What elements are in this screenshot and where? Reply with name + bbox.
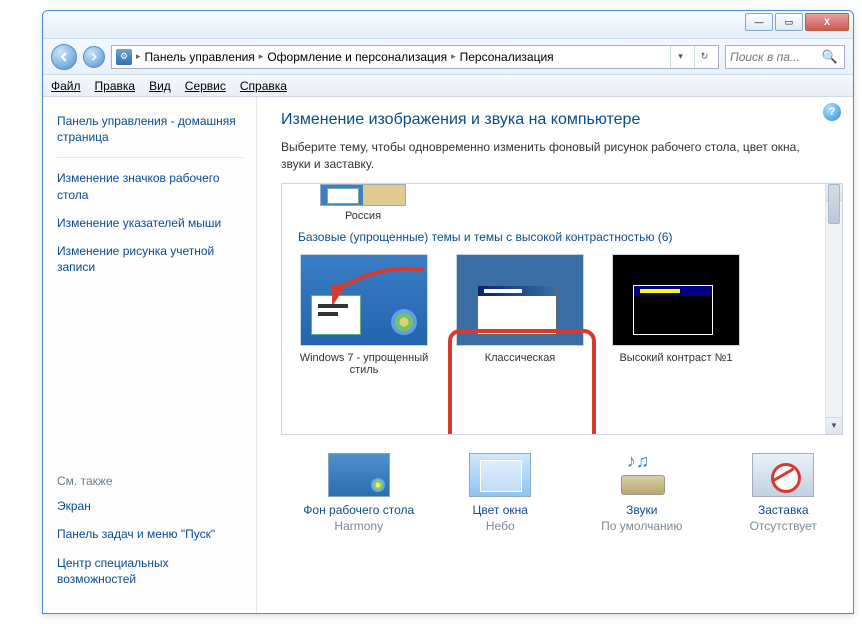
menu-view[interactable]: Вид xyxy=(149,79,171,93)
theme-win7-basic[interactable]: Windows 7 - упрощенный стиль xyxy=(298,254,430,376)
theme-russia[interactable]: Россия xyxy=(298,184,428,222)
menu-file[interactable]: Файл xyxy=(51,79,81,93)
sidebar-taskbar[interactable]: Панель задач и меню "Пуск" xyxy=(57,526,244,542)
address-bar-row: ⚙ ▸ Панель управления ▸ Оформление и пер… xyxy=(43,39,853,75)
page-title: Изменение изображения и звука на компьют… xyxy=(281,111,843,129)
setting-label: Цвет окна xyxy=(441,503,561,517)
search-box[interactable]: 🔍 xyxy=(725,45,845,69)
scrollbar[interactable]: ▲ ▼ xyxy=(825,184,842,434)
chevron-right-icon: ▸ xyxy=(136,51,141,62)
theme-high-contrast-1[interactable]: Высокий контраст №1 xyxy=(610,254,742,376)
scroll-thumb[interactable] xyxy=(828,184,840,224)
window-frame: — ▭ X ⚙ ▸ Панель управления ▸ Оформление… xyxy=(42,10,854,614)
chevron-right-icon: ▸ xyxy=(259,51,264,62)
sidebar-home[interactable]: Панель управления - домашняя страница xyxy=(57,113,244,145)
menu-help[interactable]: Справка xyxy=(240,79,287,93)
forward-button[interactable] xyxy=(83,46,105,68)
see-also-label: См. также xyxy=(57,474,244,488)
address-dropdown[interactable]: ▾ xyxy=(670,46,690,68)
sidebar-account-picture[interactable]: Изменение рисунка учетной записи xyxy=(57,243,244,275)
menu-bar: Файл Правка Вид Сервис Справка xyxy=(43,75,853,97)
sidebar-screen[interactable]: Экран xyxy=(57,498,244,514)
setting-label: Фон рабочего стола xyxy=(299,503,419,517)
maximize-button[interactable]: ▭ xyxy=(775,13,803,31)
window-color-icon xyxy=(469,453,531,497)
setting-value: По умолчанию xyxy=(582,519,702,533)
window-color-setting[interactable]: Цвет окна Небо xyxy=(441,453,561,533)
sidebar-ease-of-access[interactable]: Центр специальных возможностей xyxy=(57,555,244,587)
menu-edit[interactable]: Правка xyxy=(95,79,136,93)
theme-label: Высокий контраст №1 xyxy=(610,352,742,364)
menu-tools[interactable]: Сервис xyxy=(185,79,226,93)
theme-thumbnail xyxy=(320,184,406,206)
theme-thumbnail xyxy=(612,254,740,346)
themes-pane: Россия Базовые (упрощенные) темы и темы … xyxy=(281,183,843,435)
back-button[interactable] xyxy=(51,44,77,70)
control-panel-icon: ⚙ xyxy=(116,49,132,65)
theme-thumbnail xyxy=(300,254,428,346)
breadcrumb-1[interactable]: Панель управления xyxy=(145,50,255,64)
desktop-background-icon xyxy=(328,453,390,497)
bottom-settings-row: Фон рабочего стола Harmony Цвет окна Неб… xyxy=(281,435,843,533)
refresh-button[interactable]: ↻ xyxy=(694,46,714,68)
setting-label: Заставка xyxy=(724,503,844,517)
page-description: Выберите тему, чтобы одновременно измени… xyxy=(281,139,811,173)
setting-value: Harmony xyxy=(299,519,419,533)
setting-value: Небо xyxy=(441,519,561,533)
setting-value: Отсутствует xyxy=(724,519,844,533)
theme-classic[interactable]: Классическая xyxy=(454,254,586,376)
theme-thumbnail xyxy=(456,254,584,346)
divider xyxy=(57,157,244,158)
help-icon[interactable]: ? xyxy=(823,103,841,121)
screensaver-icon xyxy=(752,453,814,497)
theme-label: Windows 7 - упрощенный стиль xyxy=(298,352,430,376)
chevron-right-icon: ▸ xyxy=(451,51,456,62)
sidebar: Панель управления - домашняя страница Из… xyxy=(43,97,257,613)
sounds-icon xyxy=(611,453,673,497)
close-button[interactable]: X xyxy=(805,13,849,31)
sidebar-mouse-pointers[interactable]: Изменение указателей мыши xyxy=(57,215,244,231)
theme-label: Классическая xyxy=(454,352,586,364)
basic-themes-section-label: Базовые (упрощенные) темы и темы с высок… xyxy=(298,230,825,244)
search-input[interactable] xyxy=(726,50,820,64)
breadcrumb-2[interactable]: Оформление и персонализация xyxy=(267,50,447,64)
scroll-down-button[interactable]: ▼ xyxy=(826,417,842,434)
search-icon: 🔍 xyxy=(820,49,840,65)
main-content: ? Изменение изображения и звука на компь… xyxy=(257,97,853,613)
address-bar[interactable]: ⚙ ▸ Панель управления ▸ Оформление и пер… xyxy=(111,45,719,69)
minimize-button[interactable]: — xyxy=(745,13,773,31)
theme-label: Россия xyxy=(298,210,428,222)
sidebar-desktop-icons[interactable]: Изменение значков рабочего стола xyxy=(57,170,244,202)
desktop-background-setting[interactable]: Фон рабочего стола Harmony xyxy=(299,453,419,533)
titlebar: — ▭ X xyxy=(43,11,853,39)
screensaver-setting[interactable]: Заставка Отсутствует xyxy=(724,453,844,533)
breadcrumb-3[interactable]: Персонализация xyxy=(460,50,554,64)
setting-label: Звуки xyxy=(582,503,702,517)
sounds-setting[interactable]: Звуки По умолчанию xyxy=(582,453,702,533)
